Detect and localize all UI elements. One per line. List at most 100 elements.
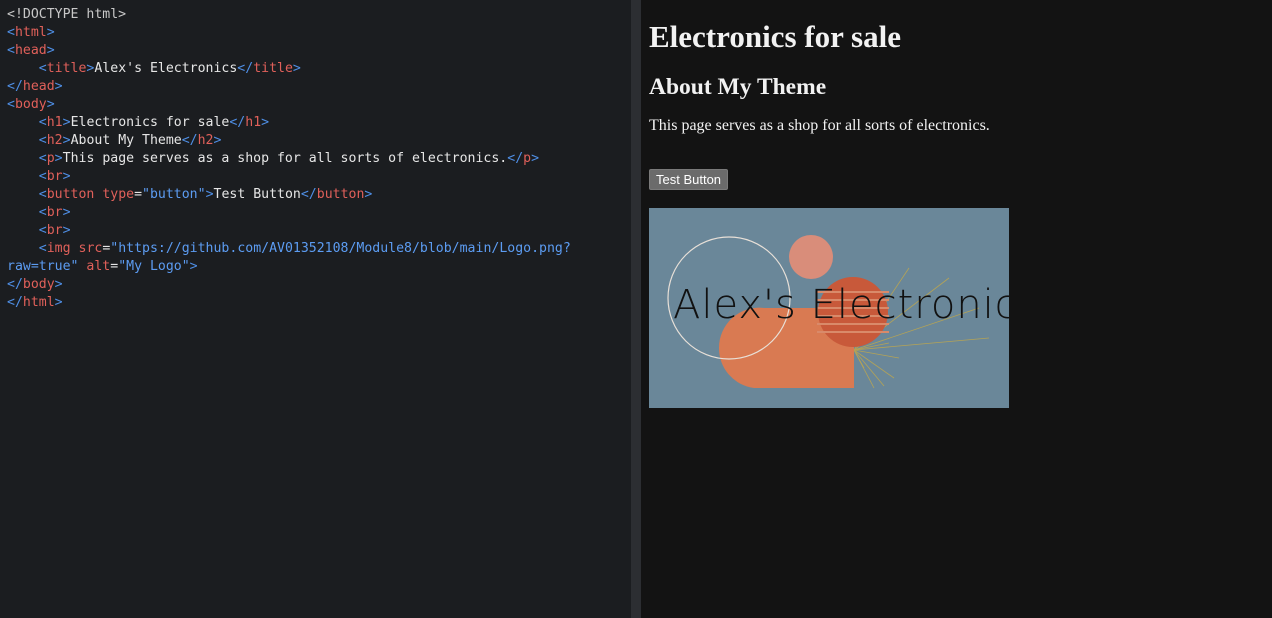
code-token: =: [134, 187, 143, 202]
code-token: </: [7, 277, 23, 292]
code-token: h2: [46, 133, 63, 148]
code-token: Alex's Electronics: [94, 61, 238, 76]
pane-splitter[interactable]: [631, 0, 641, 618]
code-token: >: [62, 205, 71, 220]
code-line: <!DOCTYPE html>: [7, 6, 631, 24]
logo-text: Alex's Electronics: [673, 282, 1009, 328]
code-token: >: [54, 277, 63, 292]
code-token: br: [46, 223, 63, 238]
code-line: </head>: [7, 78, 631, 96]
app-window: <!DOCTYPE html> <html> <head> <title>Alex'…: [0, 0, 1272, 618]
code-token: h1: [245, 115, 262, 130]
code-token: >: [292, 61, 301, 76]
code-token: p: [46, 151, 55, 166]
code-line: </html>: [7, 294, 631, 312]
code-token: <: [38, 223, 47, 238]
code-line: <title>Alex's Electronics</title>: [7, 60, 631, 78]
code-token: h2: [197, 133, 214, 148]
code-line: <p>This page serves as a shop for all so…: [7, 150, 631, 168]
code-token: <: [38, 133, 47, 148]
code-token: <!DOCTYPE html>: [7, 7, 127, 22]
code-token: "My Logo": [118, 259, 190, 274]
code-line: <h1>Electronics for sale</h1>: [7, 114, 631, 132]
code-token: </: [7, 295, 23, 310]
code-token: >: [62, 223, 71, 238]
code-token: >: [54, 79, 63, 94]
code-line: <h2>About My Theme</h2>: [7, 132, 631, 150]
code-token: <: [38, 205, 47, 220]
code-line: <body>: [7, 96, 631, 114]
preview-paragraph: This page serves as a shop for all sorts…: [649, 117, 990, 134]
code-token: "button": [142, 187, 206, 202]
code-token: raw=true": [7, 259, 79, 274]
code-token: br: [46, 169, 63, 184]
code-line: raw=true" alt="My Logo">: [7, 258, 631, 276]
code-token: </: [300, 187, 317, 202]
code-token: <: [38, 169, 47, 184]
code-token: alt: [86, 259, 111, 274]
code-line: <img src="https://github.com/AV01352108/…: [7, 240, 631, 258]
code-token: "https://github.com/AV01352108/Module8/b…: [110, 241, 571, 256]
code-token: >: [62, 115, 71, 130]
code-line: <br>: [7, 204, 631, 222]
code-line: <br>: [7, 222, 631, 240]
preview-pane: Electronics for sale About My Theme This…: [641, 0, 1272, 618]
logo-shape-circle: [789, 235, 833, 279]
code-token: <: [7, 25, 15, 40]
code-token: >: [54, 151, 63, 166]
code-line: <head>: [7, 42, 631, 60]
code-token: html: [14, 25, 47, 40]
logo-image: Alex's Electronics: [649, 208, 1009, 408]
code-line: </body>: [7, 276, 631, 294]
code-token: <: [7, 43, 15, 58]
code-token: p: [523, 151, 532, 166]
code-token: src: [78, 241, 103, 256]
code-token: body: [22, 277, 55, 292]
code-token: body: [14, 97, 47, 112]
code-token: >: [62, 169, 71, 184]
code-token: </: [237, 61, 254, 76]
code-line: <html>: [7, 24, 631, 42]
code-token: >: [261, 115, 270, 130]
code-token: title: [46, 61, 87, 76]
code-token: </: [7, 79, 23, 94]
code-token: </: [181, 133, 198, 148]
code-token: >: [364, 187, 373, 202]
preview-subheading: About My Theme: [649, 74, 827, 100]
code-token: h1: [46, 115, 63, 130]
code-token: title: [253, 61, 293, 76]
code-token: <: [7, 97, 15, 112]
code-token: Test Button: [213, 187, 301, 202]
code-token: >: [46, 43, 55, 58]
code-token: Electronics for sale: [70, 115, 230, 130]
test-button[interactable]: Test Button: [649, 169, 729, 190]
code-line: <button type="button">Test Button</butto…: [7, 186, 631, 204]
code-token: button: [316, 187, 365, 202]
code-editor[interactable]: <!DOCTYPE html> <html> <head> <title>Alex'…: [0, 0, 631, 618]
code-token: head: [14, 43, 47, 58]
code-token: img: [46, 241, 71, 256]
code-token: type: [102, 187, 135, 202]
code-token: >: [189, 259, 198, 274]
code-token: >: [531, 151, 540, 166]
code-token: <: [38, 241, 47, 256]
code-token: >: [213, 133, 222, 148]
code-token: head: [22, 79, 55, 94]
code-token: >: [54, 295, 63, 310]
code-token: </: [229, 115, 246, 130]
code-token: </: [507, 151, 524, 166]
preview-heading: Electronics for sale: [649, 19, 901, 54]
code-token: About My Theme: [70, 133, 182, 148]
code-token: =: [110, 259, 119, 274]
code-token: br: [46, 205, 63, 220]
code-token: >: [205, 187, 214, 202]
code-line: <br>: [7, 168, 631, 186]
